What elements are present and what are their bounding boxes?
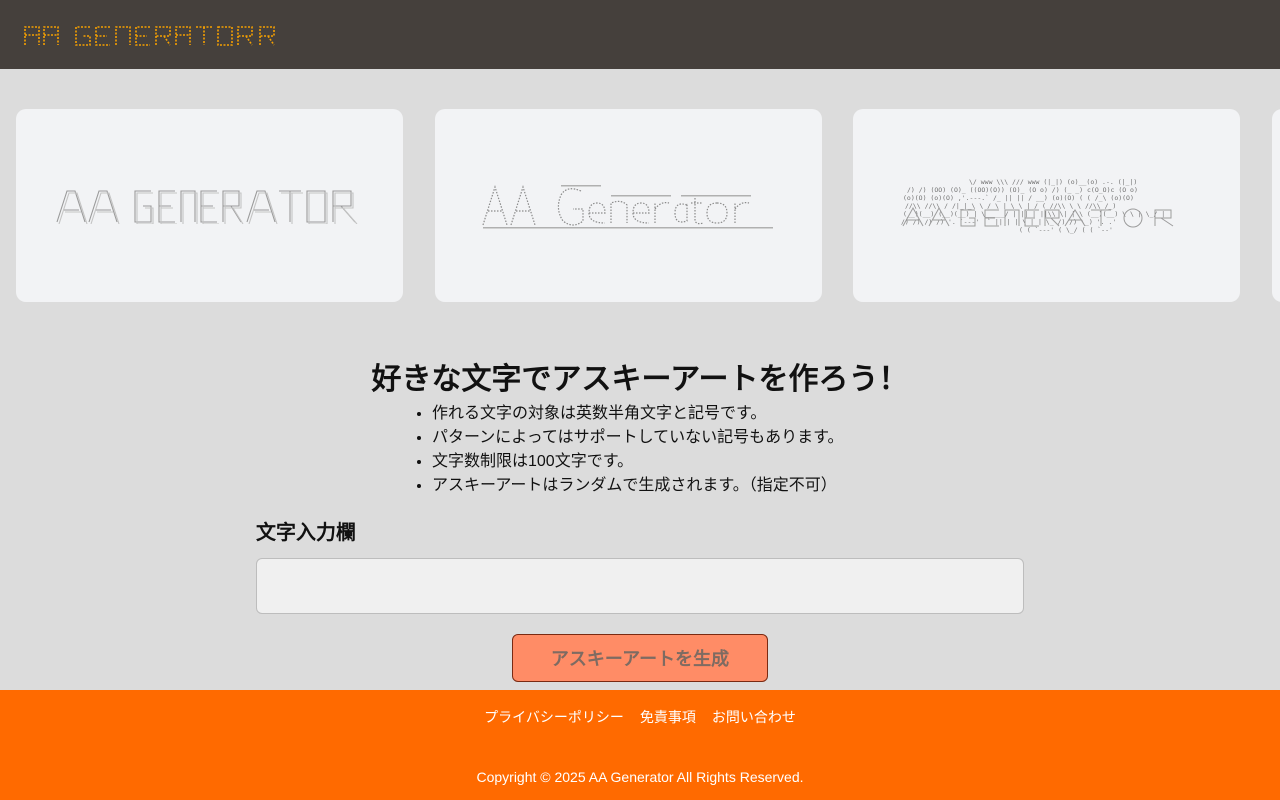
carousel-card-partial[interactable] xyxy=(1272,109,1280,302)
svg-text:(o)(O) (o)(O) ,'.---.` /_: (o)(O) (o)(O) ,'.---.` /_ || || / __) (o… xyxy=(903,194,1134,202)
generate-button[interactable]: アスキーアートを生成 xyxy=(512,634,768,682)
carousel-card[interactable]: \/ www \\\ /// www (|_|) (o)__(o) .-. (|… xyxy=(853,109,1240,302)
rule-item: 作れる文字の対象は英数半角文字と記号です。 xyxy=(432,402,1280,426)
rule-item: アスキーアートはランダムで生成されます。（指定不可） xyxy=(432,474,1280,498)
copyright-text: Copyright © 2025 AA Generator All Rights… xyxy=(476,769,804,785)
rules-list: 作れる文字の対象は英数半角文字と記号です。 パターンによってはサポートしていない… xyxy=(432,402,1280,498)
svg-text:\/ www \\\ /// www (|_|: \/ www \\\ /// www (|_|) (o)__(o) .-. (|… xyxy=(969,178,1137,186)
svg-text:( ( `---' ( \_: ( ( `---' ( \_/ ( ( `--' xyxy=(1019,226,1113,234)
ascii-art-sample-outline xyxy=(55,189,357,224)
dashed-ascii-logo-icon xyxy=(24,25,275,46)
ascii-art-sample-dense xyxy=(481,184,773,228)
svg-text:/) /) (OO) (O)_ ((OO: /) /) (OO) (O)_ ((OO)(O)) (O)_ (O o) /) … xyxy=(907,186,1138,194)
text-input-label: 文字入力欄 xyxy=(256,522,356,544)
site-logo[interactable] xyxy=(24,23,282,47)
contact-link[interactable]: お問い合わせ xyxy=(712,708,796,726)
site-header xyxy=(0,0,1280,69)
input-form: 文字入力欄 xyxy=(256,520,1024,614)
text-input[interactable] xyxy=(256,558,1024,614)
carousel-card[interactable] xyxy=(435,109,822,302)
rule-item: パターンによってはサポートしていない記号もあります。 xyxy=(432,426,1280,450)
svg-text://\\ //\\ / /|_|_\ \ /: //\\ //\\ / /|_|_\ \ / \ | \ \ | / ( //\… xyxy=(905,202,1116,210)
disclaimer-link[interactable]: 免責事項 xyxy=(640,708,696,726)
rule-item: 文字数制限は100文字です。 xyxy=(432,450,1280,474)
privacy-policy-link[interactable]: プライバシーポリシー xyxy=(484,708,624,726)
main-content: 好きな文字でアスキーアートを作ろう！ 作れる文字の対象は英数半角文字と記号です。… xyxy=(0,360,1280,498)
site-footer: プライバシーポリシー 免責事項 お問い合わせ Copyright © 2025 … xyxy=(0,690,1280,800)
page-title: 好きな文字でアスキーアートを作ろう！ xyxy=(371,363,909,396)
ascii-art-carousel[interactable]: \/ www \\\ /// www (|_|) (o)__(o) .-. (|… xyxy=(0,109,1280,302)
footer-links: プライバシーポリシー 免責事項 お問い合わせ xyxy=(0,708,1280,726)
ascii-art-sample-characters: \/ www \\\ /// www (|_|) (o)__(o) .-. (|… xyxy=(901,178,1173,234)
carousel-card[interactable] xyxy=(16,109,403,302)
